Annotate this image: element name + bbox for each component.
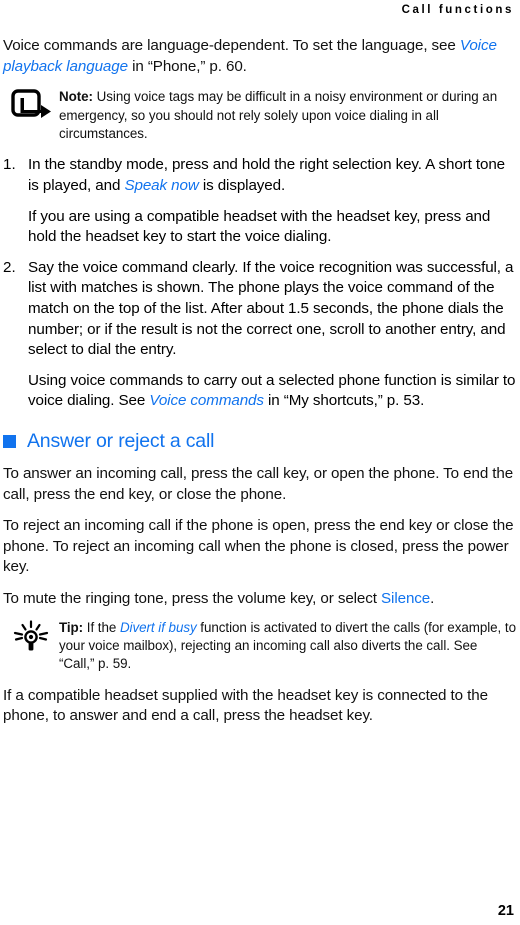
- paragraph-mute-ringing-tone: To mute the ringing tone, press the volu…: [3, 589, 516, 610]
- section-heading: Answer or reject a call: [3, 430, 516, 452]
- paragraph-reject-call: To reject an incoming call if the phone …: [3, 517, 514, 576]
- note-callout: Note: Using voice tags may be difficult …: [3, 88, 516, 143]
- step1-subparagraph: If you are using a compatible headset wi…: [28, 207, 491, 246]
- list-item: 2. Say the voice command clearly. If the…: [3, 258, 516, 361]
- link-divert-if-busy[interactable]: Divert if busy: [120, 620, 197, 635]
- intro-text-part1: Voice commands are language-dependent. T…: [3, 37, 460, 54]
- step2-text-part1: Say the voice command clearly. If the vo…: [28, 258, 514, 359]
- intro-text-part2: in “Phone,” p. 60.: [127, 57, 247, 75]
- after-steps-paragraph: Using voice commands to carry out a sele…: [3, 371, 516, 412]
- step-number: 1.: [3, 156, 16, 174]
- tip-label: Tip:: [59, 619, 84, 635]
- tip-part1: If the: [83, 619, 120, 635]
- lightbulb-tip-icon: [11, 619, 53, 652]
- note-arrow-icon: [11, 89, 53, 121]
- tip-callout: Tip: If the Divert if busy function is a…: [3, 619, 516, 674]
- link-silence[interactable]: Silence: [381, 590, 430, 607]
- manual-page: Call functions Voice commands are langua…: [0, 0, 520, 925]
- paragraph-headset: If a compatible headset supplied with th…: [3, 686, 488, 725]
- running-header-title: Call functions: [401, 4, 514, 16]
- note-body: Using voice tags may be difficult in a n…: [59, 89, 498, 141]
- note-label: Note:: [59, 89, 93, 105]
- mute-part2: .: [430, 589, 435, 607]
- intro-paragraph: Voice commands are language-dependent. T…: [3, 36, 516, 77]
- mute-part1: To mute the ringing tone, press the volu…: [3, 589, 382, 607]
- step-number: 2.: [3, 258, 16, 276]
- section-heading-text: Answer or reject a call: [27, 429, 215, 452]
- after-steps-part2: in “My shortcuts,” p. 53.: [263, 392, 425, 410]
- step-text: Say the voice command clearly. If the vo…: [28, 258, 516, 361]
- tip-callout-text: Tip: If the Divert if busy function is a…: [59, 619, 516, 674]
- list-item: 1. In the standby mode, press and hold t…: [3, 155, 516, 247]
- step-text: In the standby mode, press and hold the …: [28, 155, 516, 196]
- step1-text-part2: is displayed.: [198, 177, 286, 194]
- numbered-steps-list: 1. In the standby mode, press and hold t…: [3, 155, 516, 360]
- link-voice-commands[interactable]: Voice commands: [149, 392, 264, 409]
- paragraph-answer-call: To answer an incoming call, press the ca…: [3, 464, 514, 503]
- link-speak-now[interactable]: Speak now: [124, 177, 198, 194]
- note-callout-text: Note: Using voice tags may be difficult …: [59, 88, 516, 143]
- heading-square-bullet-icon: [3, 435, 16, 449]
- page-number: 21: [497, 903, 514, 919]
